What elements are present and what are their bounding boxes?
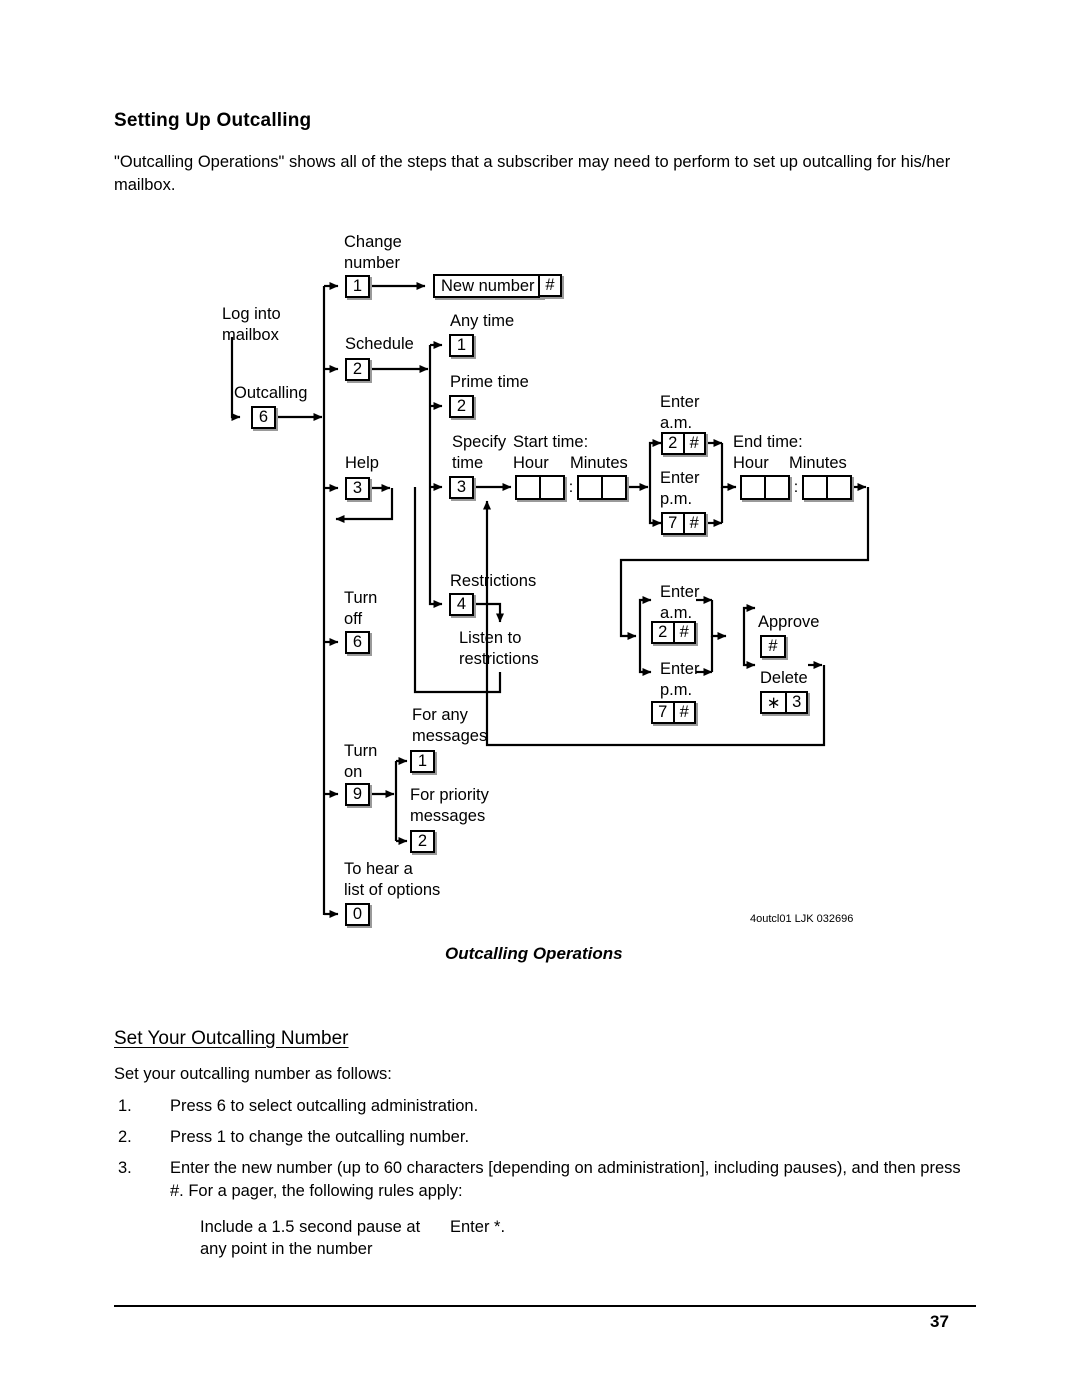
- label-specify-time: Specify time: [452, 433, 507, 472]
- step-item-1: 1. Press 6 to select outcalling administ…: [118, 1095, 978, 1118]
- key-am-2-digit: 2: [658, 623, 668, 641]
- label-outcalling: Outcalling: [234, 384, 308, 402]
- key-schedule: 2: [345, 358, 370, 381]
- label-start-minutes: Minutes: [570, 454, 628, 472]
- end-time-colon: :: [793, 478, 799, 496]
- label-enter-pm-2: Enter p.m.: [660, 660, 700, 699]
- start-hour-slots: [515, 475, 565, 500]
- key-outcalling: 6: [251, 406, 276, 429]
- label-change-number: Change number: [344, 233, 402, 272]
- footer-divider: [114, 1305, 976, 1307]
- key-for-priority-messages: 2: [410, 830, 435, 853]
- label-delete: Delete: [760, 669, 808, 687]
- end-hour-slots: [740, 475, 790, 500]
- start-time-colon: :: [568, 478, 574, 496]
- figure-caption: Outcalling Operations: [445, 944, 623, 963]
- key-any-time: 1: [449, 334, 474, 357]
- key-delete-digit: 3: [785, 693, 806, 712]
- label-approve: Approve: [758, 613, 820, 631]
- start-time-entry: :: [515, 475, 627, 500]
- key-am-1: 2 #: [661, 432, 706, 455]
- step-2-text: Press 1 to change the outcalling number.: [170, 1128, 470, 1146]
- label-enter-am-2: Enter a.m.: [660, 583, 700, 622]
- section-heading: Set Your Outcalling Number: [114, 1028, 349, 1049]
- label-end-minutes: Minutes: [789, 454, 847, 472]
- key-am-1-digit: 2: [668, 434, 678, 452]
- key-new-number-hash: #: [538, 274, 562, 297]
- key-pm-1: 7 #: [661, 512, 706, 535]
- end-minute-slots: [802, 475, 852, 500]
- key-pm-1-hash: #: [682, 514, 705, 533]
- label-listen-to-restrictions: Listen to restrictions: [459, 629, 539, 668]
- label-prime-time: Prime time: [450, 373, 529, 391]
- label-end-time: End time:: [733, 433, 803, 451]
- box-new-number-label: New number: [441, 276, 535, 295]
- label-for-priority-messages: For priority messages: [410, 786, 489, 825]
- key-prime-time: 2: [449, 395, 474, 418]
- figure-id-text: 4outcl01 LJK 032696: [750, 913, 854, 925]
- key-pm-2-digit: 7: [658, 703, 668, 721]
- label-turn-on: Turn on: [344, 742, 378, 781]
- key-to-hear-list: 0: [345, 903, 370, 926]
- key-am-1-hash: #: [682, 434, 705, 453]
- key-change-number: 1: [345, 275, 370, 298]
- step-3-number: 3.: [118, 1159, 132, 1177]
- document-page: Setting Up Outcalling "Outcalling Operat…: [0, 0, 1080, 1397]
- start-minute-slots: [577, 475, 627, 500]
- step-item-2: 2. Press 1 to change the outcalling numb…: [118, 1126, 978, 1149]
- label-end-hour: Hour: [733, 454, 769, 472]
- key-turn-on: 9: [345, 783, 370, 806]
- label-schedule: Schedule: [345, 335, 414, 353]
- label-enter-am-1: Enter a.m.: [660, 393, 700, 432]
- key-specify-time: 3: [449, 476, 474, 499]
- label-turn-off: Turn off: [344, 589, 378, 628]
- end-time-entry: :: [740, 475, 852, 500]
- key-help: 3: [345, 477, 370, 500]
- step-item-3: 3. Enter the new number (up to 60 charac…: [118, 1157, 976, 1203]
- label-start-time: Start time:: [513, 433, 589, 451]
- key-delete-star: ∗: [766, 693, 781, 712]
- step-1-number: 1.: [118, 1097, 132, 1115]
- label-any-time: Any time: [450, 312, 515, 330]
- box-new-number: New number: [433, 274, 543, 298]
- label-help: Help: [345, 454, 379, 472]
- step-2-number: 2.: [118, 1128, 132, 1146]
- key-am-2: 2 #: [651, 621, 696, 644]
- label-for-any-messages: For any messages: [412, 706, 488, 745]
- section-lead: Set your outcalling number as follows:: [114, 1065, 392, 1083]
- key-delete: ∗ 3: [760, 691, 808, 714]
- page-number: 37: [930, 1312, 949, 1331]
- key-pm-2: 7 #: [651, 701, 696, 724]
- key-pm-2-hash: #: [672, 703, 695, 722]
- label-enter-pm-1: Enter p.m.: [660, 469, 700, 508]
- label-start-hour: Hour: [513, 454, 549, 472]
- key-turn-off: 6: [345, 631, 370, 654]
- key-pm-1-digit: 7: [668, 514, 678, 532]
- label-log-into-mailbox: Log into mailbox: [222, 305, 281, 344]
- step-3-text: Enter the new number (up to 60 character…: [170, 1159, 961, 1200]
- pager-rule-action: Enter *.: [450, 1218, 506, 1236]
- key-for-any-messages: 1: [410, 750, 435, 773]
- key-am-2-hash: #: [672, 623, 695, 642]
- key-restrictions: 4: [449, 593, 474, 616]
- pager-rule-row: Include a 1.5 second pause at any point …: [200, 1216, 800, 1266]
- key-approve: #: [760, 635, 786, 658]
- step-1-text: Press 6 to select outcalling administrat…: [170, 1097, 479, 1115]
- label-to-hear-list: To hear a list of options: [344, 860, 441, 899]
- label-restrictions: Restrictions: [450, 572, 537, 590]
- page-title: Setting Up Outcalling: [114, 110, 312, 131]
- pager-rule-condition: Include a 1.5 second pause at any point …: [200, 1218, 421, 1258]
- intro-paragraph: "Outcalling Operations" shows all of the…: [114, 153, 951, 194]
